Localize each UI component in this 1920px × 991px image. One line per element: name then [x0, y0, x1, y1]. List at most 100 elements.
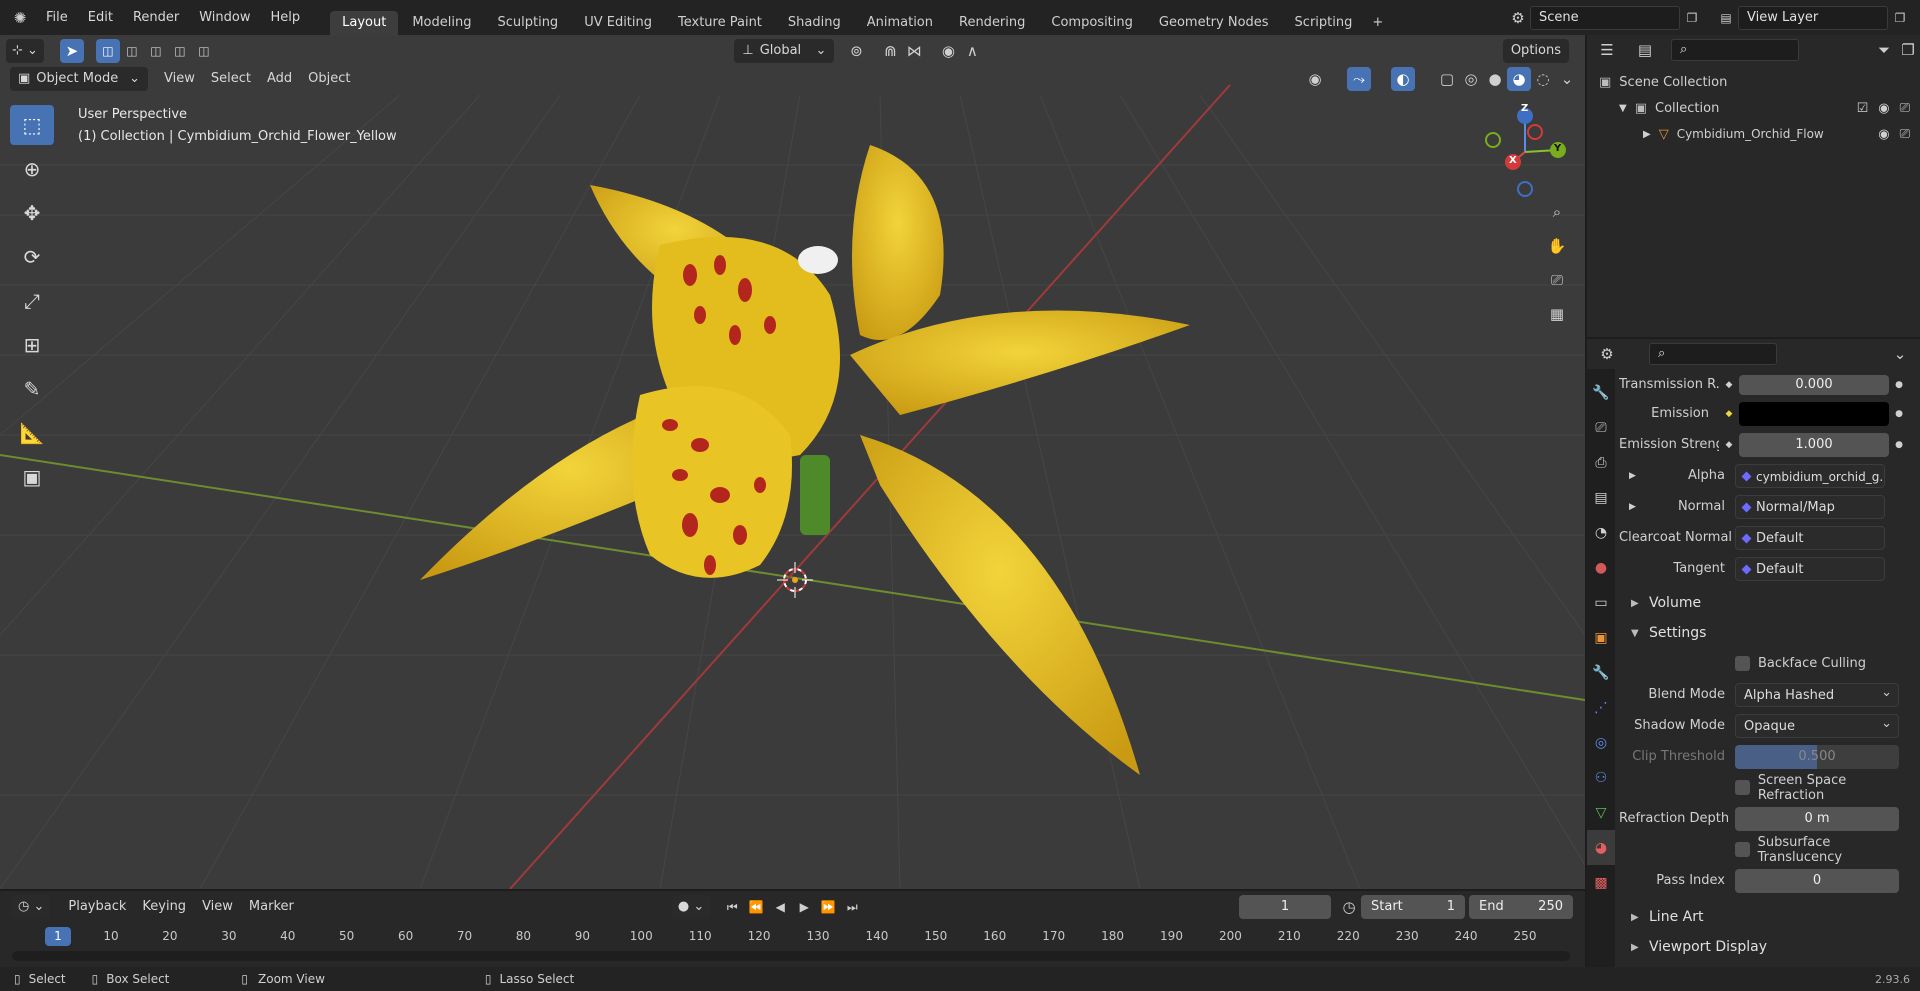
measure-tool-icon[interactable]: 📐: [10, 413, 54, 453]
camera-icon[interactable]: ⎚: [1545, 268, 1569, 292]
render-tab-icon[interactable]: ⎚: [1587, 410, 1615, 445]
scene-tab-icon[interactable]: ◔: [1587, 515, 1615, 550]
move-tool-icon[interactable]: ✥: [10, 193, 54, 233]
new-collection-icon[interactable]: ❐: [1896, 38, 1920, 62]
menu-timeline-view[interactable]: View: [194, 895, 241, 919]
visibility-eye-icon[interactable]: ◉: [1303, 67, 1327, 91]
selection-subtract-icon[interactable]: ◫: [144, 39, 168, 63]
blender-logo-icon[interactable]: ✺: [8, 6, 32, 30]
transform-tool-icon[interactable]: ⊞: [10, 325, 54, 365]
subsurface-checkbox[interactable]: [1735, 842, 1750, 857]
overlays-toggle-icon[interactable]: ◐: [1391, 67, 1415, 91]
texture-tab-icon[interactable]: ▩: [1587, 865, 1615, 900]
add-workspace-icon[interactable]: +: [1366, 11, 1389, 35]
eye-icon[interactable]: ◉: [1878, 127, 1889, 142]
emission-color-swatch[interactable]: [1739, 401, 1889, 426]
gizmo-z-label[interactable]: Z: [1521, 103, 1528, 114]
socket-dot-icon[interactable]: ●: [1889, 440, 1909, 450]
select-mode-icon[interactable]: ➤: [59, 39, 84, 63]
timeline-scrollbar[interactable]: [12, 951, 1570, 961]
select-box-tool-icon[interactable]: ⬚: [10, 105, 54, 145]
current-frame-field[interactable]: 1: [1239, 895, 1331, 919]
pan-hand-icon[interactable]: ✋: [1545, 234, 1569, 258]
physics-tab-icon[interactable]: ◎: [1587, 725, 1615, 760]
ssr-row[interactable]: Screen Space Refraction: [1619, 772, 1915, 803]
ssr-checkbox[interactable]: [1735, 780, 1750, 795]
preview-range-icon[interactable]: ◷: [1337, 895, 1361, 919]
view-layer-icon[interactable]: ▤: [1714, 6, 1738, 30]
constraints-tab-icon[interactable]: ⚇: [1587, 760, 1615, 795]
tool-tab-icon[interactable]: 🔧: [1587, 375, 1615, 410]
camera-restrict-icon[interactable]: ⎚: [1900, 101, 1910, 116]
backface-culling-checkbox[interactable]: [1735, 656, 1750, 671]
xray-toggle-icon[interactable]: ▢: [1435, 67, 1459, 91]
rendered-shading-icon[interactable]: ◌: [1531, 67, 1555, 91]
menu-keying[interactable]: Keying: [134, 895, 194, 919]
keyframe-dot-icon[interactable]: ◆: [1719, 380, 1739, 390]
menu-window[interactable]: Window: [189, 0, 260, 35]
transform-orientation-dropdown[interactable]: ⊥ Global ⌄: [734, 39, 835, 63]
zoom-icon[interactable]: ⌕: [1545, 200, 1569, 224]
selection-intersect-icon[interactable]: ◫: [192, 39, 216, 63]
socket-dot-icon[interactable]: ●: [1889, 409, 1909, 419]
tab-geometry-nodes[interactable]: Geometry Nodes: [1147, 11, 1281, 35]
properties-search-input[interactable]: ⌕: [1649, 343, 1777, 365]
tab-modeling[interactable]: Modeling: [400, 11, 483, 35]
tab-shading[interactable]: Shading: [776, 11, 853, 35]
add-cube-tool-icon[interactable]: ▣: [10, 457, 54, 497]
keyframe-dot-icon[interactable]: ◆: [1719, 409, 1739, 419]
collection-tab-icon[interactable]: ▭: [1587, 585, 1615, 620]
3d-viewport[interactable]: Z Y X ⌕ ✋ ⎚ ▦ User Perspective (1) Colle…: [0, 35, 1585, 889]
menu-object[interactable]: Object: [300, 67, 358, 91]
play-reverse-icon[interactable]: ◀: [768, 895, 792, 919]
pass-index-field[interactable]: 0: [1735, 868, 1899, 893]
object-mode-dropdown[interactable]: ▣ Object Mode ⌄: [10, 67, 148, 91]
outliner-search-input[interactable]: ⌕: [1671, 39, 1799, 61]
menu-file[interactable]: File: [36, 0, 78, 35]
view-layer-tab-icon[interactable]: ▤: [1587, 480, 1615, 515]
exclude-checkbox-icon[interactable]: ☑: [1857, 101, 1869, 116]
menu-render[interactable]: Render: [123, 0, 189, 35]
tangent-field[interactable]: Default: [1735, 556, 1885, 581]
object-tab-icon[interactable]: ▣: [1587, 620, 1615, 655]
particles-tab-icon[interactable]: ⋰: [1587, 690, 1615, 725]
editor-type-button[interactable]: ◷ ⌄: [12, 895, 51, 919]
tab-rendering[interactable]: Rendering: [947, 11, 1037, 35]
rotate-tool-icon[interactable]: ⟳: [10, 237, 54, 277]
eye-icon[interactable]: ◉: [1878, 101, 1889, 116]
normal-link-field[interactable]: Normal/Map: [1735, 494, 1885, 519]
tab-sculpting[interactable]: Sculpting: [485, 11, 570, 35]
next-keyframe-icon[interactable]: ⏩: [816, 895, 840, 919]
shadow-mode-dropdown[interactable]: Opaque: [1735, 712, 1899, 738]
editor-type-icon[interactable]: ☰: [1595, 38, 1619, 62]
shading-options-icon[interactable]: ⌄: [1555, 67, 1579, 91]
selection-invert-icon[interactable]: ◫: [168, 39, 192, 63]
chevron-down-icon[interactable]: ⌄: [1888, 342, 1912, 366]
solid-shading-icon[interactable]: ●: [1483, 67, 1507, 91]
expand-arrow-icon[interactable]: ▶: [1643, 129, 1651, 140]
clip-threshold-slider[interactable]: 0.500: [1735, 744, 1899, 769]
tab-layout[interactable]: Layout: [330, 11, 399, 35]
expand-arrow-icon[interactable]: ▼: [1619, 103, 1627, 114]
selection-extend-icon[interactable]: ◫: [120, 39, 144, 63]
jump-end-icon[interactable]: ⏭: [840, 895, 864, 919]
cursor-tool-icon[interactable]: ⊕: [10, 149, 54, 189]
selection-new-icon[interactable]: ◫: [95, 39, 120, 63]
keyframe-dot-icon[interactable]: ◆: [1719, 440, 1739, 450]
menu-playback[interactable]: Playback: [60, 895, 134, 919]
menu-edit[interactable]: Edit: [78, 0, 123, 35]
scene-field[interactable]: Scene: [1530, 5, 1680, 30]
material-preview-shading-icon[interactable]: ◕: [1507, 67, 1531, 91]
outliner-row-object[interactable]: ▶ ▽ Cymbidium_Orchid_Flow ◉ ⎚: [1587, 121, 1920, 147]
start-frame-field[interactable]: Start 1: [1361, 895, 1465, 919]
volume-section-header[interactable]: ▶ Volume: [1619, 588, 1915, 618]
expand-arrow-icon[interactable]: ▶: [1619, 502, 1636, 512]
display-mode-icon[interactable]: ▤: [1633, 38, 1657, 62]
frame-ruler[interactable]: 1 10 20 30 40 50 60 70 80 90 100 110 120 130 140 150 160…: [0, 924, 1585, 948]
filter-icon[interactable]: ⏷: [1872, 38, 1896, 62]
refraction-depth-field[interactable]: 0 m: [1735, 806, 1899, 831]
falloff-icon[interactable]: ∧: [960, 39, 984, 63]
jump-start-icon[interactable]: ⏮: [720, 895, 744, 919]
emission-strength-field[interactable]: 1.000: [1739, 432, 1889, 457]
menu-select[interactable]: Select: [203, 67, 259, 91]
